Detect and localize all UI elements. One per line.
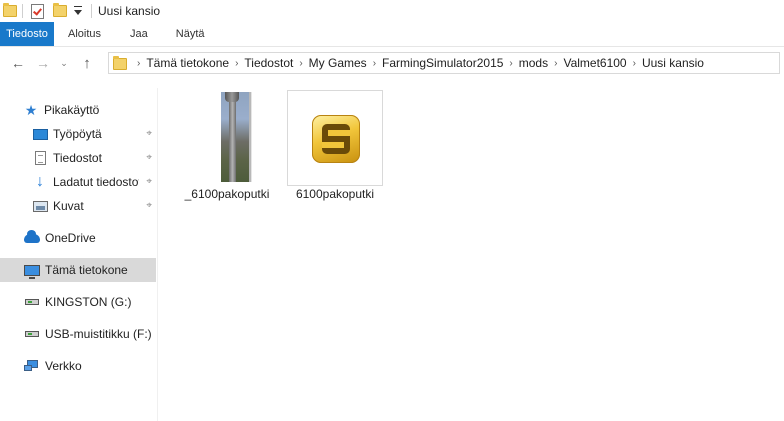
tab-file[interactable]: Tiedosto xyxy=(0,22,54,46)
file-item[interactable]: _6100pakoputki xyxy=(179,80,275,202)
toolbar-separator xyxy=(22,4,23,18)
breadcrumb-separator-icon[interactable]: › xyxy=(631,58,638,69)
breadcrumb-documents[interactable]: Tiedostot xyxy=(240,56,297,70)
sidebar-item-label: Kuvat xyxy=(53,199,84,213)
sidebar-item-usb-drive[interactable]: USB-muistitikku (F:) xyxy=(0,322,156,346)
forward-arrow-icon[interactable]: → xyxy=(32,52,54,74)
file-thumbnail xyxy=(287,90,383,186)
address-bar[interactable]: › Tämä tietokone › Tiedostot › My Games … xyxy=(108,52,780,74)
image-thumbnail xyxy=(179,90,275,186)
sidebar-item-downloads[interactable]: ↓ Ladatut tiedostot ⌖ xyxy=(0,170,156,194)
cloud-icon xyxy=(23,229,41,246)
breadcrumb-separator-icon[interactable]: › xyxy=(297,58,304,69)
sidebar-item-desktop[interactable]: Työpöytä ⌖ xyxy=(0,122,156,146)
file-name: 6100pakoputki xyxy=(295,187,375,201)
file-list-view: _6100pakoputki 6100pakoputki xyxy=(159,80,784,421)
breadcrumb-separator-icon[interactable]: › xyxy=(233,58,240,69)
up-arrow-icon[interactable]: ↑ xyxy=(76,52,98,74)
network-icon xyxy=(23,358,41,374)
file-item[interactable]: 6100pakoputki xyxy=(287,80,383,202)
gold-s-app-icon xyxy=(312,115,360,163)
window-title: Uusi kansio xyxy=(98,4,161,18)
navigation-pane: ★ Pikakäyttö Työpöytä ⌖ Tiedostot ⌖ ↓ La… xyxy=(0,88,158,421)
file-explorer-window: Uusi kansio Tiedosto Aloitus Jaa Näytä ←… xyxy=(0,0,784,421)
breadcrumb-new-folder[interactable]: Uusi kansio xyxy=(638,56,708,70)
sidebar-item-network[interactable]: Verkko xyxy=(0,354,156,378)
drive-icon xyxy=(23,294,41,310)
desktop-icon xyxy=(31,126,49,142)
sidebar-item-pictures[interactable]: Kuvat ⌖ xyxy=(0,194,156,218)
sidebar-item-label: USB-muistitikku (F:) xyxy=(45,327,152,341)
breadcrumb-this-pc[interactable]: Tämä tietokone xyxy=(142,56,233,70)
pictures-icon xyxy=(31,198,49,214)
documents-icon xyxy=(31,150,49,166)
exhaust-pipe-photo xyxy=(221,92,251,182)
title-bar: Uusi kansio xyxy=(0,0,784,22)
sidebar-item-this-pc[interactable]: Tämä tietokone xyxy=(0,258,156,282)
breadcrumb-mods[interactable]: mods xyxy=(515,56,552,70)
breadcrumb-separator-icon[interactable]: › xyxy=(507,58,514,69)
recent-locations-chevron-icon[interactable]: ⌄ xyxy=(57,52,71,74)
pin-icon: ⌖ xyxy=(146,128,152,139)
sidebar-item-label: Työpöytä xyxy=(53,127,102,141)
address-folder-icon xyxy=(113,56,127,70)
new-folder-icon[interactable] xyxy=(49,0,71,22)
computer-icon xyxy=(23,262,41,279)
sidebar-item-label: Verkko xyxy=(45,359,82,373)
breadcrumb-separator-icon[interactable]: › xyxy=(552,58,559,69)
tab-share[interactable]: Jaa xyxy=(114,22,162,46)
sidebar-item-documents[interactable]: Tiedostot ⌖ xyxy=(0,146,156,170)
breadcrumb-separator-icon[interactable]: › xyxy=(135,58,142,69)
sidebar-item-label: Pikakäyttö xyxy=(44,103,100,117)
properties-check-icon[interactable] xyxy=(29,0,45,22)
title-separator xyxy=(91,4,92,18)
sidebar-item-label: KINGSTON (G:) xyxy=(45,295,132,309)
breadcrumb-separator-icon[interactable]: › xyxy=(371,58,378,69)
ribbon-tabs: Tiedosto Aloitus Jaa Näytä xyxy=(0,22,784,47)
back-arrow-icon[interactable]: ← xyxy=(7,52,29,74)
window-folder-icon[interactable] xyxy=(0,0,20,22)
quick-access-toolbar xyxy=(0,0,85,22)
sidebar-item-kingston-drive[interactable]: KINGSTON (G:) xyxy=(0,290,156,314)
sidebar-item-label: OneDrive xyxy=(45,231,96,245)
drive-icon xyxy=(23,326,41,342)
pin-icon: ⌖ xyxy=(146,176,152,187)
breadcrumb-farmingsimulator2015[interactable]: FarmingSimulator2015 xyxy=(378,56,507,70)
pin-icon: ⌖ xyxy=(146,152,152,163)
sidebar-item-quick-access[interactable]: ★ Pikakäyttö xyxy=(0,98,156,122)
sidebar-item-label: Ladatut tiedostot xyxy=(53,175,139,189)
breadcrumb-valmet6100[interactable]: Valmet6100 xyxy=(559,56,630,70)
star-icon: ★ xyxy=(24,102,38,118)
navigation-bar: ← → ⌄ ↑ › Tämä tietokone › Tiedostot › M… xyxy=(0,47,784,79)
file-name: _6100pakoputki xyxy=(184,187,270,201)
pin-icon: ⌖ xyxy=(146,200,152,211)
breadcrumb-my-games[interactable]: My Games xyxy=(305,56,371,70)
sidebar-item-onedrive[interactable]: OneDrive xyxy=(0,226,156,250)
tab-view[interactable]: Näytä xyxy=(162,22,217,46)
customize-toolbar-arrow-icon[interactable] xyxy=(71,0,85,22)
sidebar-item-label: Tämä tietokone xyxy=(45,263,128,277)
tab-home[interactable]: Aloitus xyxy=(54,22,114,46)
sidebar-item-label: Tiedostot xyxy=(53,151,102,165)
download-icon: ↓ xyxy=(36,173,44,190)
